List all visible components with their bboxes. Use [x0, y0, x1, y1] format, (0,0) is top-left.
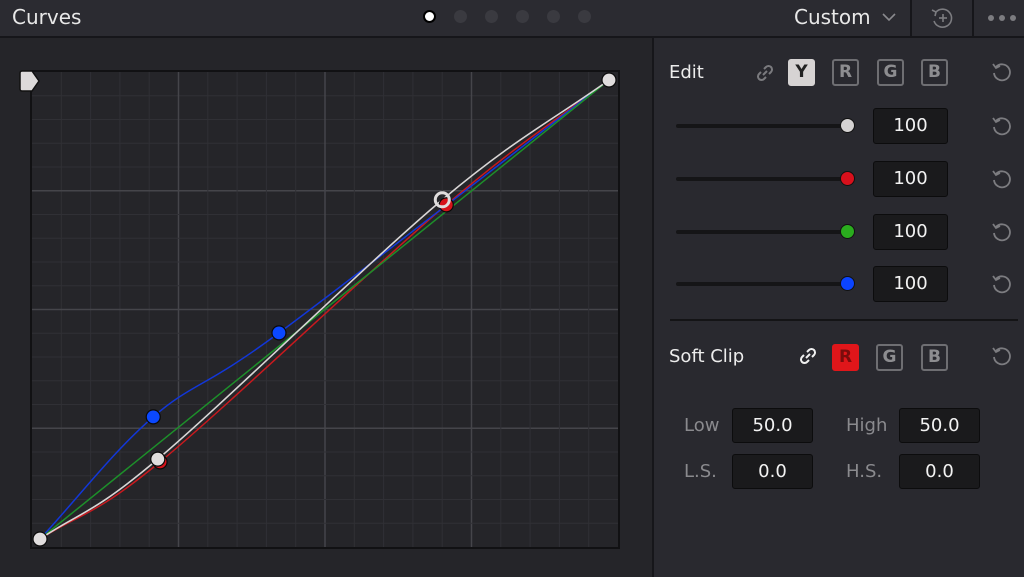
low-softness-label: L.S.: [684, 461, 717, 482]
control-point-blue[interactable]: [271, 325, 287, 341]
value-input-luma[interactable]: 100: [873, 108, 948, 144]
reset-icon[interactable]: [990, 272, 1014, 296]
high-softness-label: H.S.: [846, 461, 883, 482]
value-input-red[interactable]: 100: [873, 161, 948, 197]
soft-clip-channel-r-button[interactable]: R: [832, 344, 859, 371]
reset-plus-icon[interactable]: [929, 6, 955, 30]
value-input-blue[interactable]: 100: [873, 266, 948, 302]
section-divider: [670, 319, 1018, 321]
link-icon[interactable]: [754, 62, 776, 84]
high-input[interactable]: 50.0: [899, 408, 980, 443]
page-dot[interactable]: [578, 10, 591, 23]
edit-channel-y-button[interactable]: Y: [788, 59, 815, 86]
reset-icon[interactable]: [990, 344, 1014, 368]
ellipsis-icon[interactable]: [985, 6, 1019, 30]
curve-editor[interactable]: [0, 38, 652, 577]
low-label: Low: [684, 415, 720, 436]
page-dot[interactable]: [485, 10, 498, 23]
slider-thumb-green[interactable]: [840, 224, 855, 239]
high-softness-input[interactable]: 0.0: [899, 454, 980, 489]
control-point-luma[interactable]: [32, 531, 48, 547]
slider-thumb-luma[interactable]: [840, 118, 855, 133]
edit-label: Edit: [669, 62, 704, 83]
page-dot[interactable]: [454, 10, 467, 23]
page-dot[interactable]: [547, 10, 560, 23]
reset-icon[interactable]: [990, 114, 1014, 138]
header-divider: [910, 0, 912, 36]
control-point-blue[interactable]: [145, 409, 161, 425]
preset-dropdown[interactable]: Custom: [794, 5, 871, 29]
soft-clip-channel-g-button[interactable]: G: [876, 344, 903, 371]
slider-thumb-blue[interactable]: [840, 276, 855, 291]
low-softness-input[interactable]: 0.0: [732, 454, 813, 489]
settings-panel: [654, 38, 1024, 577]
control-point-luma[interactable]: [601, 72, 617, 88]
soft-clip-label: Soft Clip: [669, 346, 745, 367]
page-dot[interactable]: [423, 10, 436, 23]
slider-track-blue[interactable]: [676, 282, 848, 286]
reset-icon[interactable]: [990, 60, 1014, 84]
soft-clip-channel-b-button[interactable]: B: [921, 344, 948, 371]
high-label: High: [846, 415, 888, 436]
chevron-down-icon[interactable]: [882, 10, 896, 24]
slider-track-green[interactable]: [676, 230, 848, 234]
edit-channel-b-button[interactable]: B: [921, 59, 948, 86]
reset-icon[interactable]: [990, 167, 1014, 191]
panel-header: Curves Custom: [0, 0, 1024, 38]
panel-title: Curves: [12, 5, 82, 29]
header-divider: [972, 0, 974, 36]
link-icon[interactable]: [797, 345, 819, 367]
slider-track-red[interactable]: [676, 177, 848, 181]
slider-thumb-red[interactable]: [840, 171, 855, 186]
edit-channel-g-button[interactable]: G: [877, 59, 904, 86]
edit-channel-r-button[interactable]: R: [832, 59, 859, 86]
range-handle-icon[interactable]: [19, 70, 40, 92]
reset-icon[interactable]: [990, 220, 1014, 244]
slider-track-luma[interactable]: [676, 124, 848, 128]
control-point-luma[interactable]: [150, 451, 166, 467]
value-input-green[interactable]: 100: [873, 214, 948, 250]
low-input[interactable]: 50.0: [732, 408, 813, 443]
page-dot[interactable]: [516, 10, 529, 23]
